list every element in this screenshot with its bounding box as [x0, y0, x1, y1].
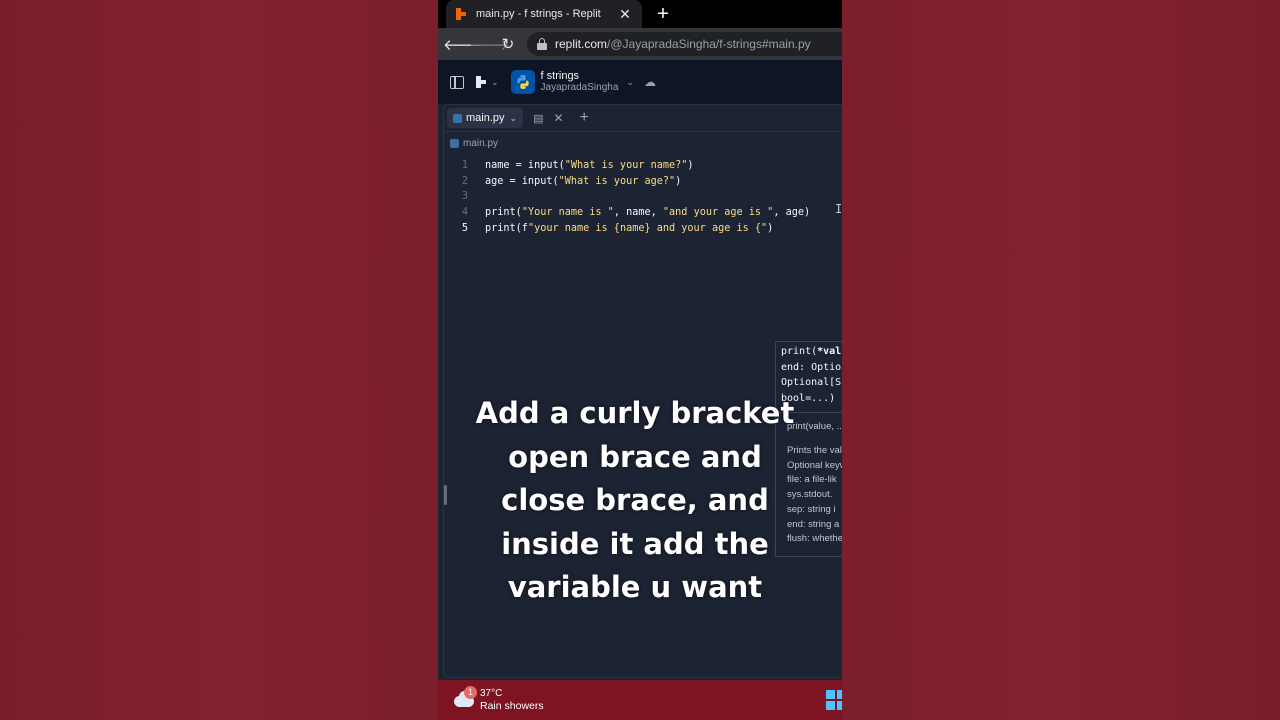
- back-arrow-icon[interactable]: 🡐: [443, 35, 483, 54]
- python-logo-icon[interactable]: [510, 70, 535, 94]
- project-chevron-icon[interactable]: ⌄: [626, 77, 634, 88]
- reload-icon[interactable]: ↻: [495, 35, 521, 53]
- address-bar[interactable]: replit.com/@JayapradaSingha/f-strings#ma…: [527, 32, 842, 56]
- signature-line: Optional[Su: [781, 377, 842, 389]
- browser-toolbar: 🡐 🡒 ↻ replit.com/@JayapradaSingha/f-stri…: [438, 28, 842, 60]
- code-text: print(f"your name is {name} and your age…: [485, 222, 774, 234]
- forward-arrow-icon[interactable]: 🡒: [469, 35, 509, 54]
- file-tab-main[interactable]: main.py ⌄: [447, 108, 524, 128]
- browser-tab[interactable]: main.py - f strings - Replit ✕: [446, 0, 642, 28]
- editor-tabs: main.py ⌄ ▤ ✕ +: [444, 105, 842, 132]
- caption-line: variable u want: [507, 570, 763, 605]
- code-line[interactable]: 4 print("Your name is ", name, "and your …: [444, 205, 842, 221]
- tab-title: main.py - f strings - Replit: [476, 8, 601, 20]
- replit-favicon-icon: [456, 8, 468, 20]
- url-host: replit.com: [555, 37, 608, 51]
- code-text: print("Your name is ", name, "and your a…: [485, 207, 811, 219]
- weather-condition: Rain showers: [480, 700, 544, 712]
- line-number: 4: [461, 207, 468, 219]
- line-number: 3: [461, 191, 468, 203]
- code-area[interactable]: 1 name = input("What is your name?") 2 age …: [444, 154, 842, 236]
- signature-line: end: Optio: [781, 361, 842, 373]
- code-line[interactable]: 3: [444, 189, 842, 205]
- project-owner: JayapradaSingha: [540, 82, 619, 93]
- close-tab-icon[interactable]: ✕: [553, 111, 563, 125]
- text-cursor-icon: I: [835, 202, 842, 216]
- sidebar-toggle-icon[interactable]: [450, 75, 464, 89]
- cloud-icon: ☁: [643, 75, 656, 89]
- code-text: age = input("What is your age?"): [485, 175, 682, 187]
- chevron-down-icon[interactable]: ⌄: [491, 77, 499, 88]
- tab-close-icon[interactable]: ✕: [616, 6, 634, 23]
- project-info[interactable]: f strings JayapradaSingha: [541, 70, 619, 94]
- project-name: f strings: [540, 70, 580, 82]
- line-number: 2: [461, 175, 468, 187]
- lock-icon: [537, 38, 547, 50]
- caption-line: inside it add the: [501, 526, 769, 561]
- add-tab-icon[interactable]: +: [580, 109, 589, 127]
- weather-widget[interactable]: 37°C Rain showers: [480, 687, 544, 713]
- windows-start-icon[interactable]: [826, 690, 842, 710]
- windows-taskbar: 1 37°C Rain showers: [438, 680, 842, 720]
- code-line[interactable]: 5 print(f"your name is {name} and your ag…: [444, 220, 842, 236]
- line-number: 1: [461, 160, 468, 172]
- replit-logo-icon[interactable]: [476, 76, 488, 88]
- browser-tabstrip: main.py - f strings - Replit ✕ +: [438, 0, 842, 28]
- weather-badge: 1: [464, 686, 477, 699]
- code-line[interactable]: 1 name = input("What is your name?"): [444, 158, 842, 174]
- replit-header: ⌄ f strings JayapradaSingha ⌄ ☁: [438, 60, 842, 104]
- signature-line: print(*valu: [781, 346, 842, 357]
- python-file-icon: [453, 113, 462, 123]
- chevron-down-icon[interactable]: ⌄: [510, 113, 518, 124]
- temperature: 37°C: [480, 688, 503, 699]
- breadcrumb: main.py: [444, 132, 842, 154]
- phone-frame: main.py - f strings - Replit ✕ + 🡐 🡒 ↻ r…: [438, 0, 842, 720]
- weather-icon[interactable]: 1: [454, 686, 477, 709]
- caption-line: close brace, and: [501, 483, 769, 518]
- code-text: name = input("What is your name?"): [485, 160, 694, 172]
- url-path: /@JayapradaSingha/f-strings#main.py: [607, 37, 811, 51]
- video-caption: Add a curly bracket open brace and close b…: [438, 392, 832, 610]
- caption-line: open brace and: [508, 439, 762, 474]
- split-view-icon[interactable]: ▤: [533, 112, 543, 125]
- code-line[interactable]: 2 age = input("What is your age?"): [444, 174, 842, 190]
- file-tab-label: main.py: [466, 112, 505, 124]
- new-tab-button[interactable]: +: [652, 2, 674, 26]
- breadcrumb-file[interactable]: main.py: [463, 138, 498, 149]
- python-file-icon: [450, 138, 459, 148]
- line-number: 5: [461, 222, 468, 234]
- caption-line: Add a curly bracket: [475, 396, 795, 430]
